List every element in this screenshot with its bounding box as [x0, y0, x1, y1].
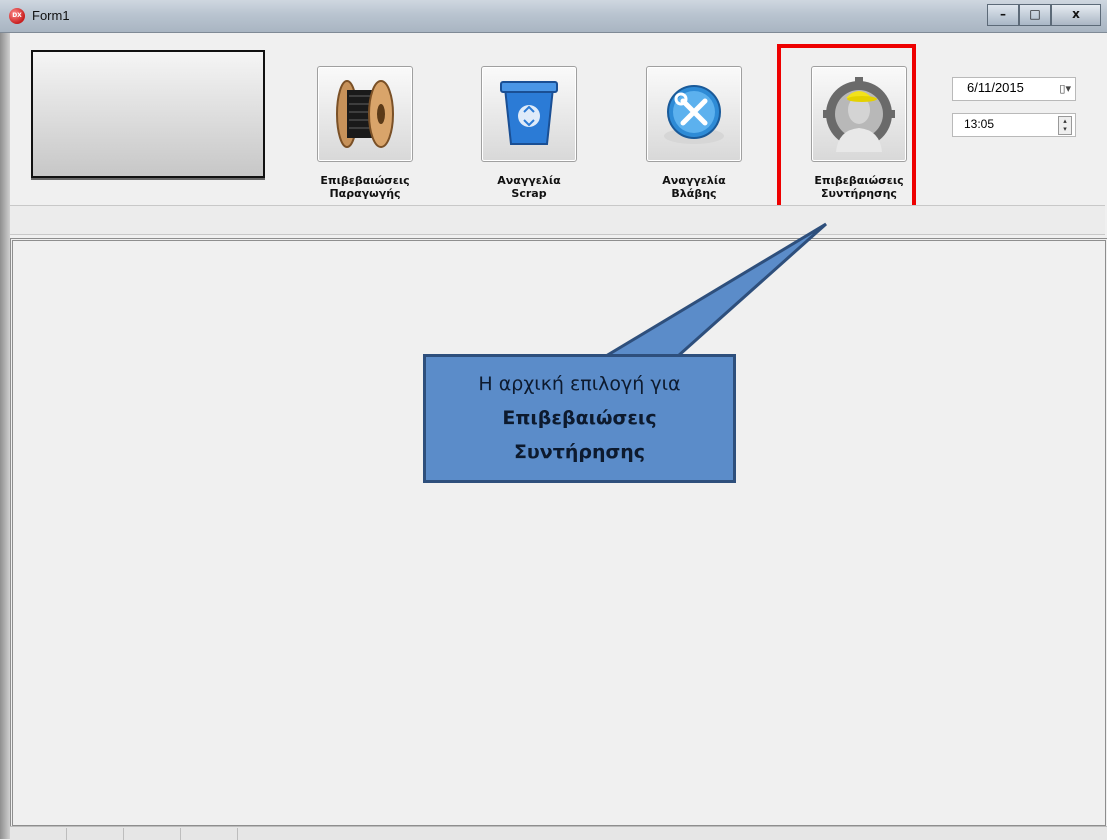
status-cell [124, 828, 181, 840]
status-cell [181, 828, 238, 840]
status-cell [10, 828, 67, 840]
status-cell [67, 828, 124, 840]
status-bar [10, 826, 1107, 840]
callout-text: Η αρχική επιλογή για Επιβεβαιώσεις Συντή… [478, 373, 681, 463]
callout-box: Η αρχική επιλογή για Επιβεβαιώσεις Συντή… [423, 354, 736, 483]
